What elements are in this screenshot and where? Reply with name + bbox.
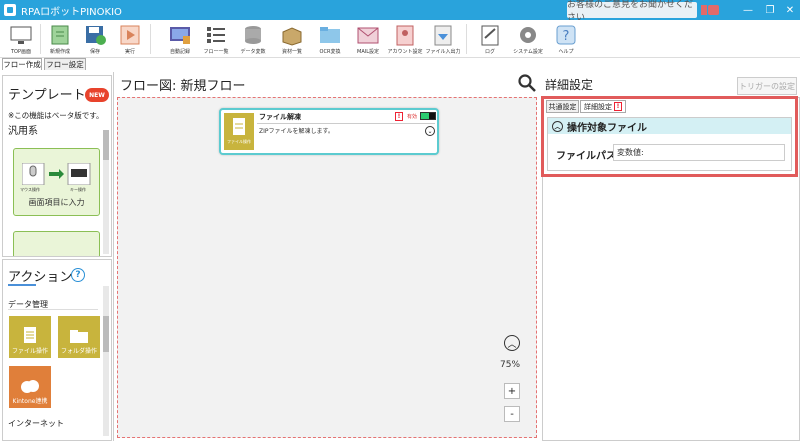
record-icon [170, 27, 190, 44]
app-logo-icon [4, 4, 16, 16]
trigger-settings-button[interactable]: トリガーの設定 [737, 77, 797, 95]
play-icon [120, 25, 140, 45]
flow-node-unzip[interactable]: ファイル操作 ファイル解凍 ZIPファイルを解凍します。 ! 有効 ⌄ [219, 108, 439, 155]
thumbs-down-icon[interactable] [700, 3, 720, 17]
toolbar-materials-button[interactable]: 資材一覧 [275, 21, 309, 57]
next-category: インターネット [8, 419, 64, 428]
file-io-icon [434, 25, 452, 46]
title-bar: RPAロボットPINOKIO お客様のご意見をお聞かせください — ❐ ✕ [0, 0, 800, 23]
help-icon: ? [556, 25, 576, 45]
top-tabs: フロー作成 フロー設定 [0, 58, 800, 70]
action-folder-op[interactable]: フォルダ操作 [58, 316, 100, 358]
toolbar-record-button[interactable]: 自動記録 [163, 21, 197, 57]
key-label: キー操作 [70, 187, 86, 192]
chevron-up-icon[interactable]: ︿ [504, 335, 520, 351]
zoom-in-button[interactable]: + [504, 383, 520, 399]
node-enable-toggle[interactable] [420, 112, 436, 120]
toolbar-system-button[interactable]: システム設定 [511, 21, 545, 57]
toolbar-log-button[interactable]: ログ [473, 21, 507, 57]
toolbar-mail-button[interactable]: MAIL設定 [351, 21, 385, 57]
mouse-to-key-icon [22, 163, 91, 185]
account-icon [396, 25, 414, 46]
database-icon [245, 26, 261, 44]
search-icon[interactable] [518, 74, 536, 92]
toolbar-fileio-button[interactable]: ファイル入出力 [426, 21, 461, 57]
toolbar-help-button[interactable]: ? ヘルプ [549, 21, 583, 57]
left-panel: テンプレート NEW ※この機能はベータ版です。 汎用系 マウス操作 キー操作 … [0, 72, 114, 441]
window-title: RPAロボットPINOKIO [21, 6, 122, 18]
node-description: ZIPファイルを解凍します。 [259, 128, 334, 135]
node-enabled-label: 有効 [407, 114, 418, 120]
action-scrollbar[interactable] [103, 286, 109, 436]
mouse-label: マウス操作 [20, 187, 40, 192]
action-help-icon[interactable]: ? [71, 268, 85, 282]
tab-flow-create[interactable]: フロー作成 [2, 58, 42, 70]
toolbar-account-button[interactable]: アカウント設定 [388, 21, 423, 57]
template-card-input[interactable]: マウス操作 キー操作 画面項目に入力 [13, 148, 100, 216]
log-icon [481, 25, 499, 46]
tab-flow-settings[interactable]: フロー設定 [44, 58, 86, 70]
template-scrollbar[interactable] [103, 130, 109, 254]
minimize-button[interactable]: — [736, 0, 760, 20]
template-section: テンプレート NEW ※この機能はベータ版です。 汎用系 マウス操作 キー操作 … [2, 75, 112, 257]
action-section: アクション ? データ管理 ファイル操作 フォルダ操作 Kintone連携 イン… [2, 259, 112, 441]
toolbar-ocr-button[interactable]: OCR変換 [313, 21, 347, 57]
chevron-down-icon[interactable]: ⌄ [425, 126, 435, 136]
toolbar: TOP画面 新規作成 保存 実行 自動記録 フロー一覧 データ変数 資材一覧 O… [0, 20, 800, 58]
category-title: 汎用系 [8, 126, 38, 137]
toolbar-new-button[interactable]: 新規作成 [43, 21, 77, 57]
file-icon [233, 118, 245, 135]
mail-icon [357, 27, 379, 44]
action-file-op[interactable]: ファイル操作 [9, 316, 51, 358]
action-title: アクション [8, 270, 73, 285]
file-icon [24, 327, 36, 343]
folder-icon [70, 330, 88, 343]
toolbar-run-button[interactable]: 実行 [113, 21, 147, 57]
toolbar-top-button[interactable]: TOP画面 [4, 21, 38, 57]
list-icon [207, 27, 225, 43]
gear-icon [520, 27, 536, 43]
box-icon [282, 27, 302, 46]
new-badge: NEW [85, 88, 109, 102]
highlight-frame [541, 96, 798, 177]
template-card-2[interactable] [13, 231, 100, 256]
save-icon [86, 26, 106, 45]
toolbar-datavar-button[interactable]: データ変数 [236, 21, 270, 57]
feedback-button[interactable]: お客様のご意見をお聞かせください [567, 0, 697, 23]
close-button[interactable]: ✕ [778, 0, 800, 20]
flow-title: フロー図: 新規フロー [120, 79, 246, 94]
template-card-label: 画面項目に入力 [28, 198, 85, 207]
node-title: ファイル解凍 [259, 113, 301, 121]
folder-icon [320, 27, 340, 43]
zoom-out-button[interactable]: - [504, 406, 520, 422]
svg-text:?: ? [563, 29, 570, 44]
zoom-level: 75% [500, 360, 521, 370]
flow-canvas[interactable]: ファイル操作 ファイル解凍 ZIPファイルを解凍します。 ! 有効 ⌄ [117, 97, 537, 438]
monitor-icon [10, 26, 32, 44]
node-warning-icon: ! [395, 112, 403, 121]
cloud-icon [21, 380, 39, 393]
beta-note: ※この機能はベータ版です。 [8, 111, 104, 120]
detail-title: 詳細設定 [545, 78, 594, 92]
toolbar-flowlist-button[interactable]: フロー一覧 [199, 21, 233, 57]
template-title: テンプレート [8, 88, 86, 103]
new-doc-icon [51, 25, 69, 45]
toolbar-save-button[interactable]: 保存 [78, 21, 112, 57]
node-file-icon: ファイル操作 [224, 113, 254, 150]
action-kintone[interactable]: Kintone連携 [9, 366, 51, 408]
